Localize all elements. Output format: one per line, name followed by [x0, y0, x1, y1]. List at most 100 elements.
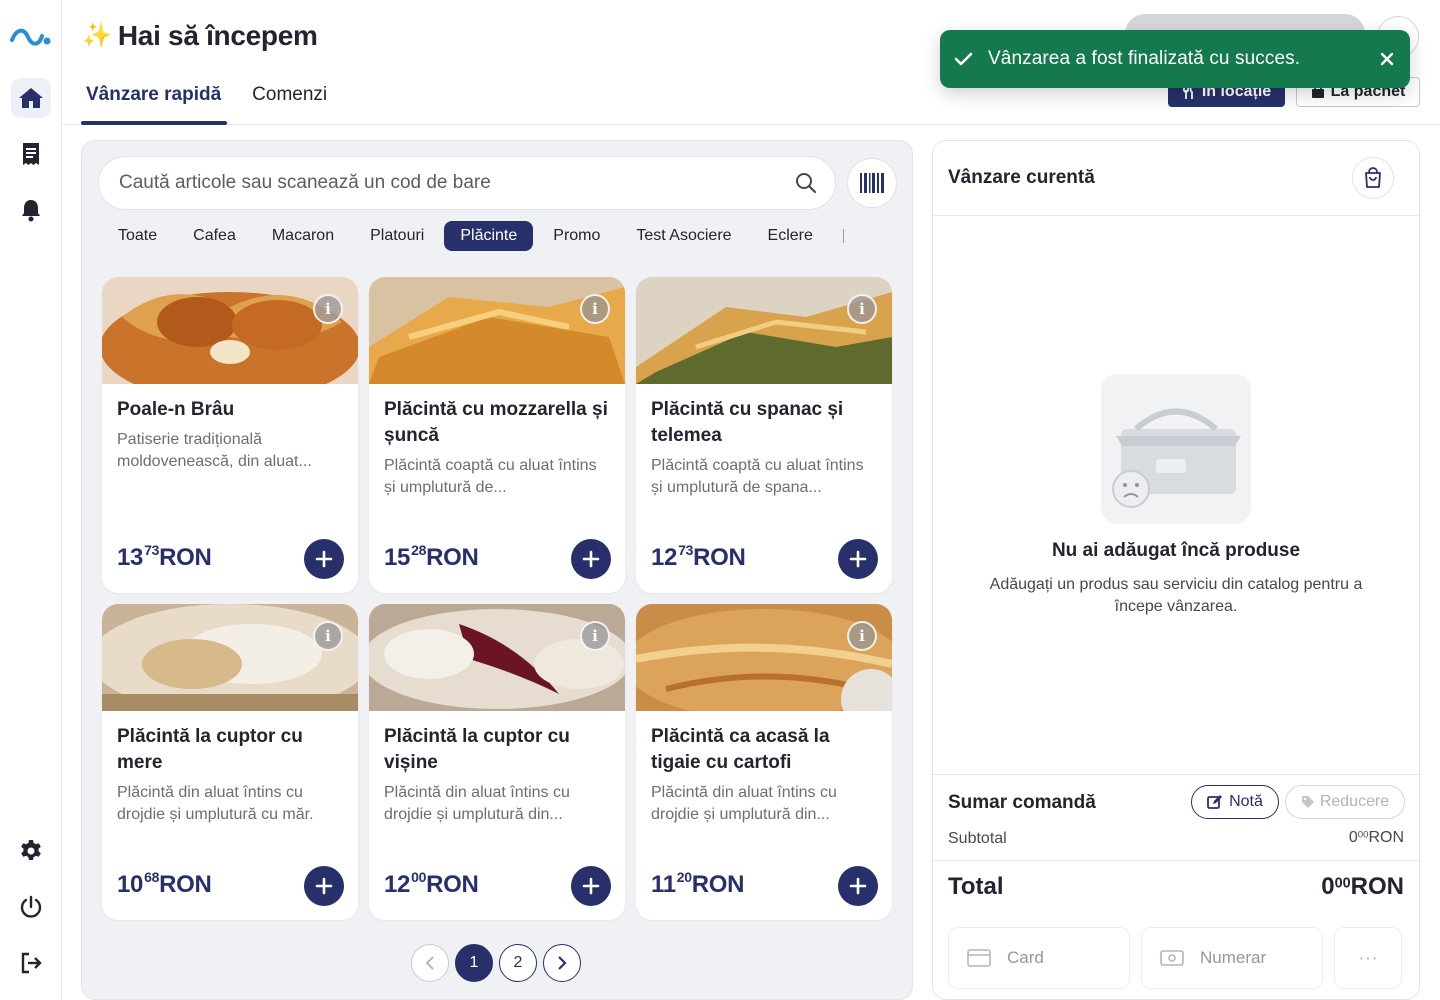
product-name: Plăcintă la cuptor cu mere [117, 726, 303, 773]
product-info-button[interactable]: i [580, 621, 610, 651]
add-to-cart-button[interactable] [304, 866, 344, 906]
settings-gear-icon [21, 840, 41, 860]
category-scroll-divider [842, 229, 844, 243]
product-description: Plăcintă coaptă cu aluat întins și umplu… [384, 457, 597, 496]
nav-receipts-button[interactable] [11, 134, 51, 174]
pay-card-button[interactable]: Card [948, 927, 1130, 989]
pagination: 1 2 [411, 944, 581, 982]
total-row: Total 000RON [933, 860, 1419, 915]
category-macaron[interactable]: Macaron [256, 221, 350, 251]
product-card[interactable]: i Poale-n Brâu Patiserie tradițională mo… [102, 277, 358, 593]
discount-button[interactable]: Reducere [1285, 785, 1405, 819]
tab-quick-sale[interactable]: Vânzare rapidă [81, 70, 228, 125]
category-test-asociere[interactable]: Test Asociere [620, 221, 747, 251]
product-card[interactable]: i Plăcintă cu mozzarella și șuncă Plăcin… [369, 277, 625, 593]
plus-icon [849, 550, 867, 568]
add-to-cart-button[interactable] [838, 539, 878, 579]
product-info-button[interactable]: i [313, 294, 343, 324]
toast-close-button[interactable] [1380, 52, 1394, 66]
plus-icon [315, 550, 333, 568]
product-card[interactable]: i Plăcintă la cuptor cu vișine Plăcintă … [369, 604, 625, 920]
product-info-button[interactable]: i [313, 621, 343, 651]
product-card[interactable]: i Plăcintă la cuptor cu mere Plăcintă di… [102, 604, 358, 920]
payment-methods: Card Numerar ··· [948, 927, 1402, 989]
product-name: Poale-n Brâu [117, 399, 235, 420]
product-description: Plăcintă din aluat întins cu drojdie și … [651, 784, 837, 823]
product-grid: i Poale-n Brâu Patiserie tradițională mo… [102, 277, 892, 920]
product-card[interactable]: i Plăcintă cu spanac și telemea Plăcintă… [636, 277, 892, 593]
product-description: Patiserie tradițională moldovenească, di… [117, 431, 312, 470]
product-price: 1528RON [384, 542, 479, 571]
product-price: 1373RON [117, 542, 212, 571]
total-value: 000RON [1321, 873, 1404, 900]
cart-button[interactable] [1352, 157, 1394, 199]
page-2-button[interactable]: 2 [499, 944, 537, 982]
product-image: i [369, 604, 625, 711]
barcode-icon [860, 173, 884, 193]
category-platouri[interactable]: Platouri [354, 221, 440, 251]
product-description: Plăcintă din aluat întins cu drojdie și … [117, 784, 314, 823]
empty-basket-illustration [1101, 374, 1251, 524]
empty-state-subtitle: Adăugați un produs sau serviciu din cata… [989, 576, 1363, 615]
category-placinte[interactable]: Plăcinte [444, 221, 534, 251]
category-cafea[interactable]: Cafea [177, 221, 252, 251]
credit-card-icon [967, 949, 991, 967]
product-name: Plăcintă cu spanac și telemea [651, 399, 844, 446]
success-toast: Vânzarea a fost finalizată cu succes. [940, 30, 1410, 88]
category-promo[interactable]: Promo [537, 221, 616, 251]
search-bar[interactable] [98, 156, 836, 210]
tab-orders[interactable]: Comenzi [247, 70, 333, 125]
edit-note-icon [1207, 795, 1223, 809]
receipt-icon [23, 143, 39, 165]
home-icon [19, 88, 43, 108]
nav-home-button[interactable] [11, 78, 51, 118]
add-to-cart-button[interactable] [571, 539, 611, 579]
plus-icon [849, 877, 867, 895]
nav-power-button[interactable] [11, 887, 51, 927]
chevron-left-icon [425, 956, 434, 970]
empty-state-title: Nu ai adăugat încă produse [1051, 540, 1301, 561]
product-price: 1068RON [117, 869, 212, 898]
product-name: Plăcintă ca acasă la tigaie cu cartofi [651, 726, 830, 773]
product-image: i [102, 604, 358, 711]
sale-title: Vânzare curentă [948, 167, 1095, 188]
nav-logout-button[interactable] [11, 943, 51, 983]
search-icon[interactable] [795, 172, 817, 194]
product-price: 1200RON [384, 869, 479, 898]
pay-card-label: Card [1007, 948, 1044, 967]
product-description: Plăcintă din aluat întins cu drojdie și … [384, 784, 570, 823]
product-info-button[interactable]: i [847, 294, 877, 324]
page-1-button[interactable]: 1 [455, 944, 493, 982]
product-image: i [102, 277, 358, 384]
prev-page-button[interactable] [411, 944, 449, 982]
add-to-cart-button[interactable] [838, 866, 878, 906]
product-info-button[interactable]: i [580, 294, 610, 324]
plus-icon [582, 877, 600, 895]
pay-cash-button[interactable]: Numerar [1141, 927, 1323, 989]
next-page-button[interactable] [543, 944, 581, 982]
main-tabs: Vânzare rapidă Comenzi [81, 70, 353, 125]
bell-icon [22, 200, 40, 222]
nav-settings-button[interactable] [11, 831, 51, 871]
category-eclere[interactable]: Eclere [752, 221, 829, 251]
category-toate[interactable]: Toate [102, 221, 173, 251]
barcode-scan-button[interactable] [847, 158, 897, 208]
add-to-cart-button[interactable] [571, 866, 611, 906]
add-to-cart-button[interactable] [304, 539, 344, 579]
summary-title: Sumar comandă [948, 792, 1096, 813]
more-payment-options-button[interactable]: ··· [1334, 927, 1402, 989]
add-note-button[interactable]: Notă [1191, 785, 1279, 819]
tag-icon [1301, 796, 1314, 808]
nav-notifications-button[interactable] [11, 190, 51, 230]
product-info-button[interactable]: i [847, 621, 877, 651]
power-icon [20, 895, 42, 918]
left-rail [0, 0, 62, 1000]
close-icon [1380, 52, 1394, 66]
subtotal-value: 000RON [1348, 829, 1404, 846]
search-input[interactable] [119, 172, 795, 194]
product-card[interactable]: i Plăcintă ca acasă la tigaie cu cartofi… [636, 604, 892, 920]
catalog-panel: Toate Cafea Macaron Platouri Plăcinte Pr… [81, 140, 913, 1000]
logo-wave-icon[interactable] [9, 22, 53, 50]
title-wrap: ✨ Hai să începem [82, 20, 318, 52]
page-title: Hai să începem [117, 20, 318, 51]
